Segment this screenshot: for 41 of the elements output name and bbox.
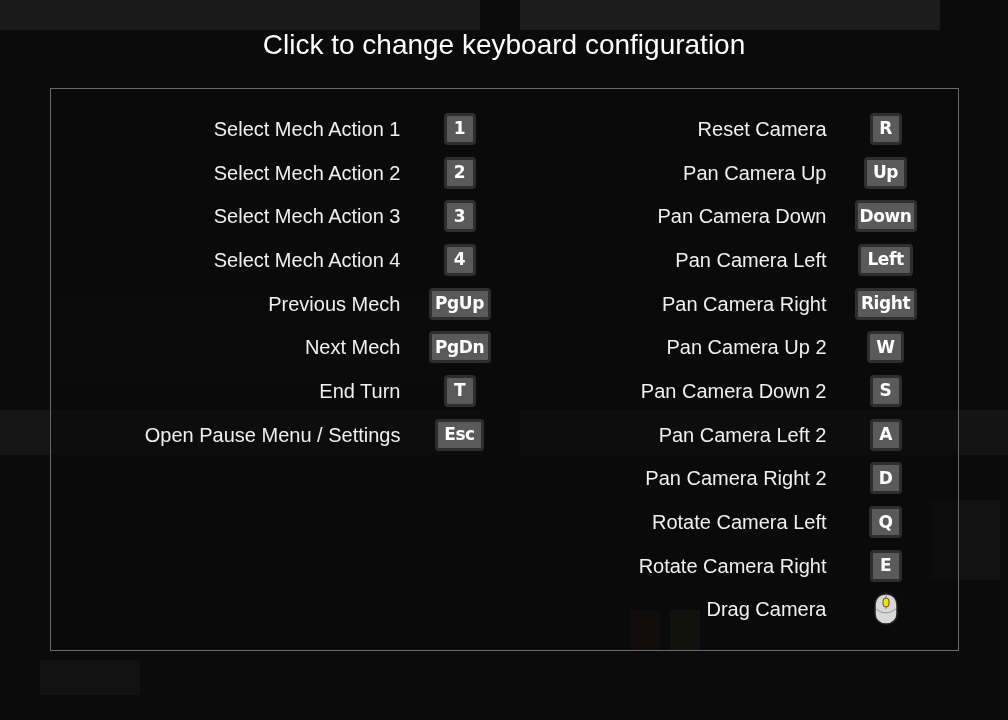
action-label: Pan Camera Down (657, 204, 827, 230)
key-button[interactable]: Right (854, 287, 917, 320)
action-label: Select Mech Action 4 (213, 247, 401, 273)
action-label: Next Mech (304, 335, 401, 361)
action-label: Drag Camera (706, 597, 827, 623)
action-label: Select Mech Action 2 (213, 160, 401, 186)
key-button[interactable]: Left (858, 243, 913, 276)
mouse-icon (873, 593, 898, 626)
key-button[interactable]: 3 (443, 200, 476, 233)
key-button[interactable]: 2 (443, 156, 476, 189)
action-label: Rotate Camera Right (638, 553, 827, 579)
action-label: Select Mech Action 1 (213, 116, 401, 142)
key-button[interactable]: W (867, 331, 904, 364)
key-button[interactable]: PgUp (428, 287, 491, 320)
action-label: Select Mech Action 3 (213, 204, 401, 230)
key-button[interactable]: PgDn (428, 331, 491, 364)
key-button[interactable]: 4 (443, 243, 476, 276)
key-button[interactable]: A (869, 418, 902, 451)
action-label: Reset Camera (697, 116, 827, 142)
action-label: Pan Camera Left 2 (658, 422, 827, 448)
action-label: End Turn (319, 378, 401, 404)
key-button[interactable]: Up (863, 156, 908, 189)
action-label: Pan Camera Right 2 (645, 466, 827, 492)
action-label: Pan Camera Up (683, 160, 827, 186)
key-button[interactable]: T (443, 374, 476, 407)
action-label: Open Pause Menu / Settings (144, 422, 401, 448)
key-button[interactable]: Esc (435, 418, 484, 451)
action-label: Pan Camera Up 2 (666, 335, 827, 361)
key-button[interactable]: 1 (443, 112, 476, 145)
key-button[interactable]: R (869, 112, 902, 145)
key-button[interactable]: D (869, 462, 902, 495)
action-label: Pan Camera Down 2 (640, 378, 827, 404)
action-label: Pan Camera Right (661, 291, 827, 317)
action-label: Pan Camera Left (675, 247, 827, 273)
action-label: Rotate Camera Left (651, 510, 827, 536)
key-button[interactable]: E (869, 549, 902, 582)
dialog-title: Click to change keyboard configuration (262, 28, 746, 62)
action-label: Previous Mech (268, 291, 401, 317)
key-button[interactable]: Down (854, 200, 917, 233)
key-button[interactable]: Q (869, 506, 902, 539)
key-button[interactable]: S (869, 374, 902, 407)
